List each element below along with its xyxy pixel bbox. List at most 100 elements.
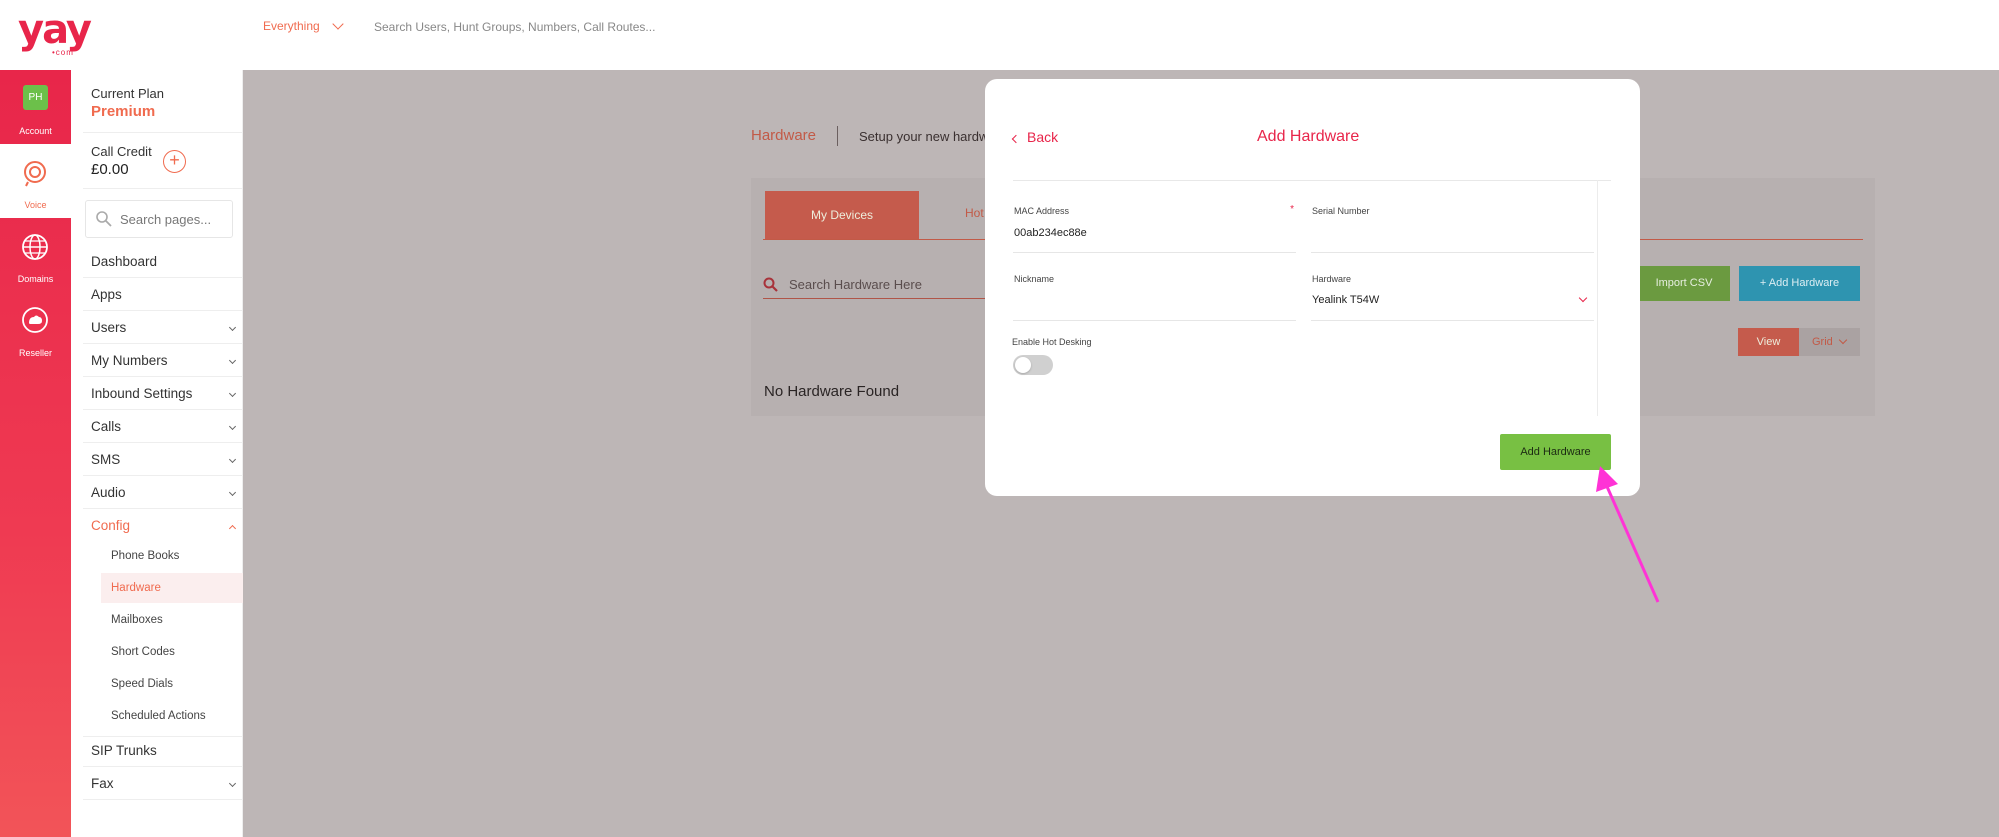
back-button[interactable]: Back xyxy=(1011,129,1059,145)
required-indicator: * xyxy=(1290,204,1294,215)
nav-label: Config xyxy=(91,518,131,533)
subnav-label: Hardware xyxy=(111,582,161,594)
page-subtitle: Setup your new hardw xyxy=(859,129,989,144)
hardware-select-field[interactable]: Hardware Yealink T54W xyxy=(1311,274,1594,321)
serial-number-label: Serial Number xyxy=(1312,206,1370,216)
hot-desking-toggle[interactable] xyxy=(1013,355,1053,375)
page-search xyxy=(85,200,233,238)
nav-apps[interactable]: Apps xyxy=(83,279,243,311)
rail-reseller-label: Reseller xyxy=(18,348,52,358)
nav-label: Fax xyxy=(91,776,114,791)
subnav-speed-dials[interactable]: Speed Dials xyxy=(101,669,243,699)
nav-calls[interactable]: Calls xyxy=(83,411,243,443)
top-bar: yay •com Everything xyxy=(0,0,1999,70)
chevron-down-icon xyxy=(228,389,237,398)
title-divider xyxy=(837,126,838,146)
nav-users[interactable]: Users xyxy=(83,312,243,344)
nav-label: Calls xyxy=(91,419,122,434)
nav-label: SIP Trunks xyxy=(91,743,157,758)
chevron-left-icon xyxy=(1011,134,1021,144)
tab-hot-desking[interactable]: Hot xyxy=(965,206,984,220)
subnav-scheduled-actions[interactable]: Scheduled Actions xyxy=(101,701,243,731)
headset-icon xyxy=(24,161,46,187)
nickname-label: Nickname xyxy=(1014,274,1055,284)
subnav-phone-books[interactable]: Phone Books xyxy=(101,541,243,571)
chevron-down-icon xyxy=(228,323,237,332)
nav-label: Apps xyxy=(91,287,122,302)
add-credit-button[interactable]: + xyxy=(163,150,186,173)
current-plan: Current Plan Premium xyxy=(91,86,164,120)
logo-text: yay xyxy=(18,7,92,53)
chevron-down-icon xyxy=(1838,335,1848,345)
rail-account-label: Account xyxy=(19,126,52,136)
rail-domains[interactable]: Domains xyxy=(0,218,71,292)
view-mode-value: Grid xyxy=(1812,336,1833,348)
add-hardware-modal: Back Add Hardware MAC Address * Serial N… xyxy=(985,79,1640,496)
chevron-down-icon xyxy=(228,422,237,431)
hardware-label: Hardware xyxy=(1312,274,1352,284)
subnav-label: Short Codes xyxy=(111,646,175,658)
plan-tier: Premium xyxy=(91,103,156,120)
chevron-down-icon xyxy=(228,455,237,464)
hardware-search[interactable]: Search Hardware Here xyxy=(763,269,1003,299)
nav-my-numbers[interactable]: My Numbers xyxy=(83,345,243,377)
toggle-knob xyxy=(1015,357,1031,373)
nickname-input[interactable] xyxy=(1014,292,1284,310)
page-search-input[interactable] xyxy=(120,209,228,229)
view-label: View xyxy=(1738,328,1799,356)
chevron-down-icon xyxy=(228,779,237,788)
nav-label: Inbound Settings xyxy=(91,386,193,401)
chevron-down-icon xyxy=(228,356,237,365)
nav-config[interactable]: Config xyxy=(83,510,243,542)
view-mode-dropdown[interactable]: Grid xyxy=(1799,328,1860,356)
divider xyxy=(83,188,243,189)
mac-address-input[interactable] xyxy=(1014,224,1284,242)
annotation-arrow-icon xyxy=(1596,466,1660,603)
hardware-search-placeholder: Search Hardware Here xyxy=(789,277,922,292)
nav-audio[interactable]: Audio xyxy=(83,477,243,509)
credit-label: Call Credit xyxy=(91,144,152,159)
search-icon xyxy=(96,211,112,227)
back-label: Back xyxy=(1027,129,1059,145)
side-menu: Current Plan Premium Call Credit £0.00 +… xyxy=(71,70,243,837)
globe-icon xyxy=(22,234,48,260)
credit-amount: £0.00 xyxy=(91,161,129,178)
rail-reseller[interactable]: Reseller xyxy=(0,292,71,366)
rail-voice-label: Voice xyxy=(24,200,47,210)
subnav-label: Scheduled Actions xyxy=(111,710,206,722)
rail-account[interactable]: PH Account xyxy=(0,70,71,144)
subnav-label: Phone Books xyxy=(111,550,180,562)
plan-label: Current Plan xyxy=(91,86,164,101)
chevron-up-icon xyxy=(228,524,237,533)
nav-dashboard[interactable]: Dashboard xyxy=(83,246,243,278)
search-scope-dropdown[interactable]: Everything xyxy=(263,18,344,33)
chevron-down-icon xyxy=(332,18,344,30)
nav-sms[interactable]: SMS xyxy=(83,444,243,476)
global-search-input[interactable] xyxy=(374,14,874,40)
nickname-field: Nickname xyxy=(1013,274,1296,321)
subnav-hardware[interactable]: Hardware xyxy=(101,573,243,603)
hardware-select-value: Yealink T54W xyxy=(1312,294,1380,306)
hot-desking-label: Enable Hot Desking xyxy=(1012,337,1092,347)
nav-fax[interactable]: Fax xyxy=(83,768,243,800)
nav-label: Audio xyxy=(91,485,126,500)
search-scope-label: Everything xyxy=(263,19,320,33)
modal-title: Add Hardware xyxy=(1257,128,1360,145)
serial-number-input[interactable] xyxy=(1312,224,1582,242)
logo-dots: •com xyxy=(52,48,74,57)
subnav-short-codes[interactable]: Short Codes xyxy=(101,637,243,667)
nav-sip-trunks[interactable]: SIP Trunks xyxy=(83,735,243,767)
subnav-mailboxes[interactable]: Mailboxes xyxy=(101,605,243,635)
search-icon xyxy=(763,277,778,292)
tab-my-devices[interactable]: My Devices xyxy=(765,191,919,239)
subnav-label: Speed Dials xyxy=(111,678,174,690)
modal-scrollbar[interactable] xyxy=(1597,180,1611,416)
nav-inbound-settings[interactable]: Inbound Settings xyxy=(83,378,243,410)
chevron-down-icon xyxy=(1578,293,1588,303)
nav-label: Users xyxy=(91,320,127,335)
add-hardware-page-button[interactable]: + Add Hardware xyxy=(1739,266,1860,301)
rail-voice[interactable]: Voice xyxy=(0,144,71,218)
import-csv-button[interactable]: Import CSV xyxy=(1638,266,1730,301)
nav-label: My Numbers xyxy=(91,353,168,368)
yay-logo[interactable]: yay •com xyxy=(18,8,92,58)
